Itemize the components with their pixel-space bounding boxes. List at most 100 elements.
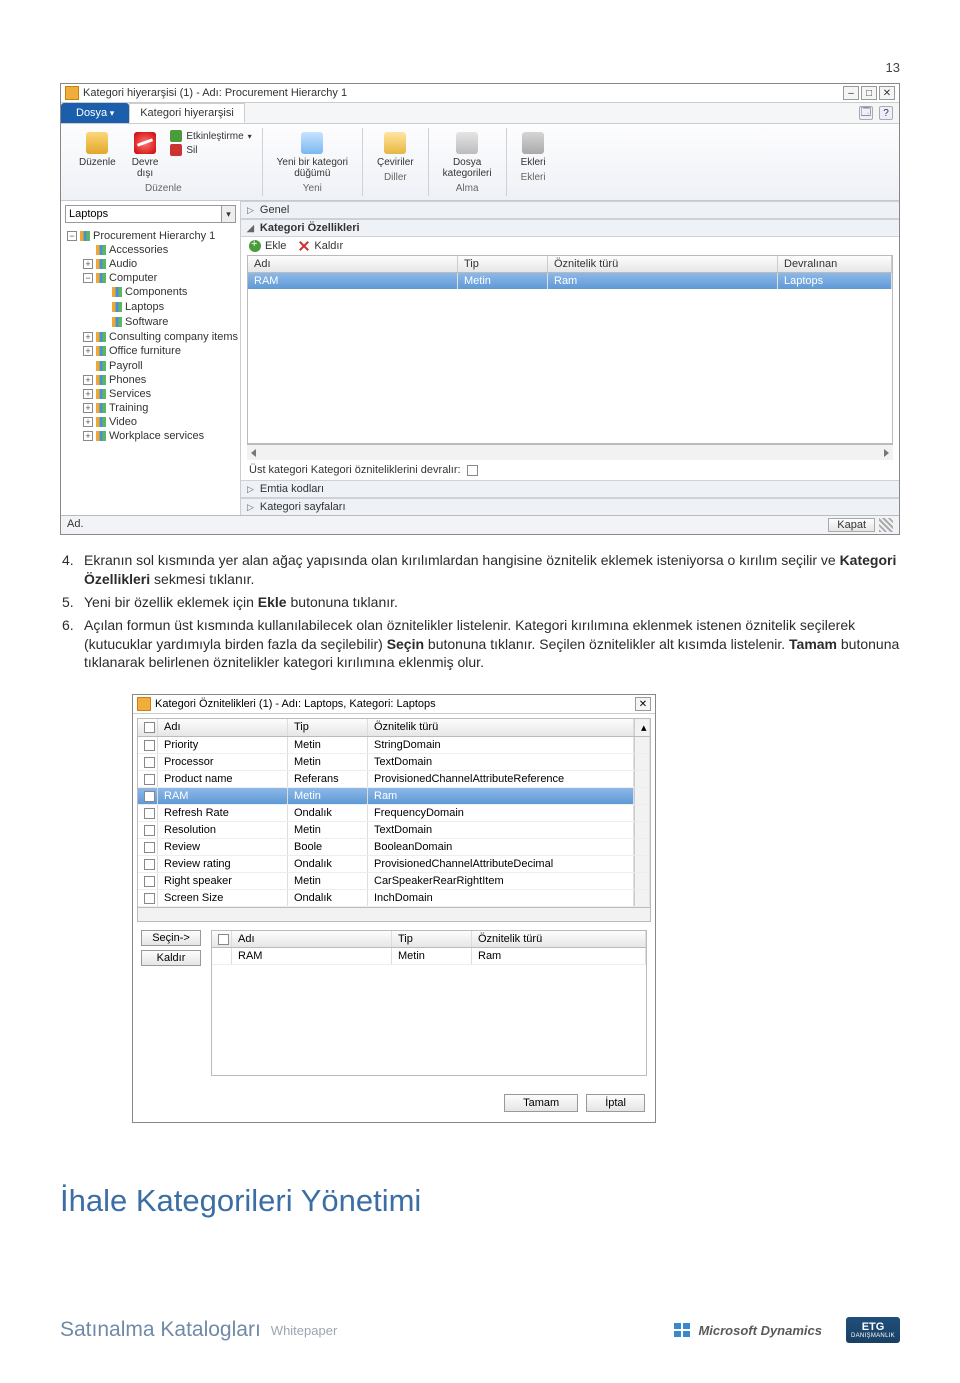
edit-button[interactable]: Düzenle [75, 130, 120, 181]
tree-item[interactable]: +Consulting company items [81, 330, 236, 344]
expand-icon[interactable]: + [83, 375, 93, 385]
grid-row[interactable]: RAM Metin Ram [212, 948, 646, 965]
col-name[interactable]: Adı [158, 719, 288, 736]
inherit-checkbox[interactable] [467, 465, 478, 476]
tree-item[interactable]: Payroll [81, 358, 236, 373]
grid-row[interactable]: Product nameReferansProvisionedChannelAt… [138, 771, 650, 788]
expand-icon[interactable]: + [83, 389, 93, 399]
row-checkbox[interactable] [144, 876, 155, 887]
file-tab[interactable]: Dosya [61, 103, 129, 123]
tree-item[interactable]: Laptops [97, 299, 236, 314]
grid-row[interactable]: Review ratingOndalıkProvisionedChannelAt… [138, 856, 650, 873]
grid-row[interactable]: ReviewBooleBooleanDomain [138, 839, 650, 856]
vertical-scrollbar[interactable] [634, 737, 650, 753]
row-checkbox[interactable] [144, 859, 155, 870]
col-type[interactable]: Tip [392, 931, 472, 947]
vertical-scrollbar[interactable] [634, 805, 650, 821]
row-checkbox[interactable] [144, 740, 155, 751]
row-checkbox[interactable] [144, 842, 155, 853]
grid-row[interactable]: ✓RAMMetinRam [138, 788, 650, 805]
col-attr-type[interactable]: Öznitelik türü [548, 256, 778, 272]
grid-row[interactable]: Refresh RateOndalıkFrequencyDomain [138, 805, 650, 822]
grid-row[interactable]: Screen SizeOndalıkInchDomain [138, 890, 650, 907]
grid-row[interactable]: ResolutionMetinTextDomain [138, 822, 650, 839]
section-attributes[interactable]: ◢Kategori Özellikleri [241, 219, 899, 237]
dropdown-arrow-icon[interactable]: ▾ [222, 205, 236, 223]
vertical-scrollbar[interactable] [634, 839, 650, 855]
remove-selected-button[interactable]: Kaldır [141, 950, 201, 966]
add-button[interactable]: Ekle [249, 240, 286, 252]
help-icon[interactable]: ? [879, 106, 893, 120]
vertical-scrollbar[interactable] [634, 890, 650, 906]
delete-button[interactable]: Sil [170, 144, 251, 156]
ok-button[interactable]: Tamam [504, 1094, 578, 1112]
section-commodity-codes[interactable]: ▷Emtia kodları [241, 480, 899, 498]
section-general[interactable]: ▷Genel [241, 201, 899, 219]
tree-item[interactable]: +Services [81, 387, 236, 401]
vertical-scrollbar[interactable] [634, 822, 650, 838]
minimize-button[interactable]: – [843, 86, 859, 100]
row-checkbox[interactable] [144, 774, 155, 785]
horizontal-scrollbar[interactable] [138, 907, 650, 921]
col-type[interactable]: Tip [458, 256, 548, 272]
tree-item[interactable]: +Video [81, 415, 236, 429]
selected-attributes-grid[interactable]: Adı Tip Öznitelik türü RAM Metin Ram [211, 930, 647, 1076]
col-type[interactable]: Tip [288, 719, 368, 736]
close-button[interactable]: ✕ [879, 86, 895, 100]
hierarchy-tab[interactable]: Kategori hiyerarşisi [129, 103, 245, 123]
resize-grip[interactable] [879, 518, 893, 532]
cancel-button[interactable]: İptal [586, 1094, 645, 1112]
disable-button[interactable]: Devre dışı [128, 130, 163, 181]
attributes-grid[interactable]: Adı Tip Öznitelik türü Devralınan RAM Me… [247, 255, 893, 444]
col-name[interactable]: Adı [248, 256, 458, 272]
vertical-scrollbar[interactable] [634, 771, 650, 787]
new-category-button[interactable]: Yeni bir kategori düğümü [273, 130, 352, 181]
grid-row[interactable]: RAM Metin Ram Laptops [248, 273, 892, 289]
expand-icon[interactable]: + [83, 431, 93, 441]
category-selector[interactable] [65, 205, 222, 223]
close-bottom-button[interactable]: Kapat [828, 518, 875, 532]
col-attr-type[interactable]: Öznitelik türü [368, 719, 634, 736]
row-checkbox[interactable] [144, 893, 155, 904]
expand-icon[interactable]: + [83, 417, 93, 427]
vertical-scrollbar[interactable] [634, 788, 650, 804]
vertical-scrollbar[interactable]: ▴ [634, 719, 650, 736]
expand-icon[interactable]: + [83, 259, 93, 269]
expand-icon[interactable]: − [83, 273, 93, 283]
tree-item[interactable]: +Audio [81, 257, 236, 271]
section-category-pages[interactable]: ▷Kategori sayfaları [241, 498, 899, 515]
tree-item[interactable]: +Phones [81, 373, 236, 387]
col-attr-type[interactable]: Öznitelik türü [472, 931, 646, 947]
window-view-icon[interactable]: 🗔 [859, 106, 873, 120]
vertical-scrollbar[interactable] [634, 873, 650, 889]
tree-item[interactable]: Accessories [81, 242, 236, 257]
close-icon[interactable]: ✕ [635, 697, 651, 711]
remove-button[interactable]: Kaldır [298, 240, 343, 252]
col-inherited[interactable]: Devralınan [778, 256, 892, 272]
expand-icon[interactable]: + [83, 332, 93, 342]
grid-row[interactable]: ProcessorMetinTextDomain [138, 754, 650, 771]
available-attributes-grid[interactable]: Adı Tip Öznitelik türü ▴ PriorityMetinSt… [137, 718, 651, 922]
tree-item[interactable]: +Workplace services [81, 429, 236, 443]
file-categories-button[interactable]: Dosya kategorileri [439, 130, 496, 181]
row-checkbox[interactable]: ✓ [144, 791, 155, 802]
vertical-scrollbar[interactable] [634, 754, 650, 770]
row-checkbox[interactable] [144, 757, 155, 768]
grid-row[interactable]: Right speakerMetinCarSpeakerRearRightIte… [138, 873, 650, 890]
tree-item[interactable]: +Training [81, 401, 236, 415]
tree-item[interactable]: −ComputerComponentsLaptopsSoftware [81, 271, 236, 330]
expand-icon[interactable]: + [83, 346, 93, 356]
grid-row[interactable]: PriorityMetinStringDomain [138, 737, 650, 754]
attachments-button[interactable]: Ekleri [517, 130, 550, 170]
horizontal-scrollbar[interactable] [247, 444, 893, 460]
maximize-button[interactable]: □ [861, 86, 877, 100]
tree-item[interactable]: +Office furniture [81, 344, 236, 358]
row-checkbox[interactable] [144, 808, 155, 819]
translations-button[interactable]: Çeviriler [373, 130, 418, 170]
expand-icon[interactable]: + [83, 403, 93, 413]
tree-root[interactable]: Procurement Hierarchy 1 [93, 230, 215, 242]
col-name[interactable]: Adı [232, 931, 392, 947]
tree-item[interactable]: Software [97, 314, 236, 329]
select-button[interactable]: Seçin-> [141, 930, 201, 946]
category-tree[interactable]: − Procurement Hierarchy 1 Accessories+Aud… [65, 229, 236, 444]
